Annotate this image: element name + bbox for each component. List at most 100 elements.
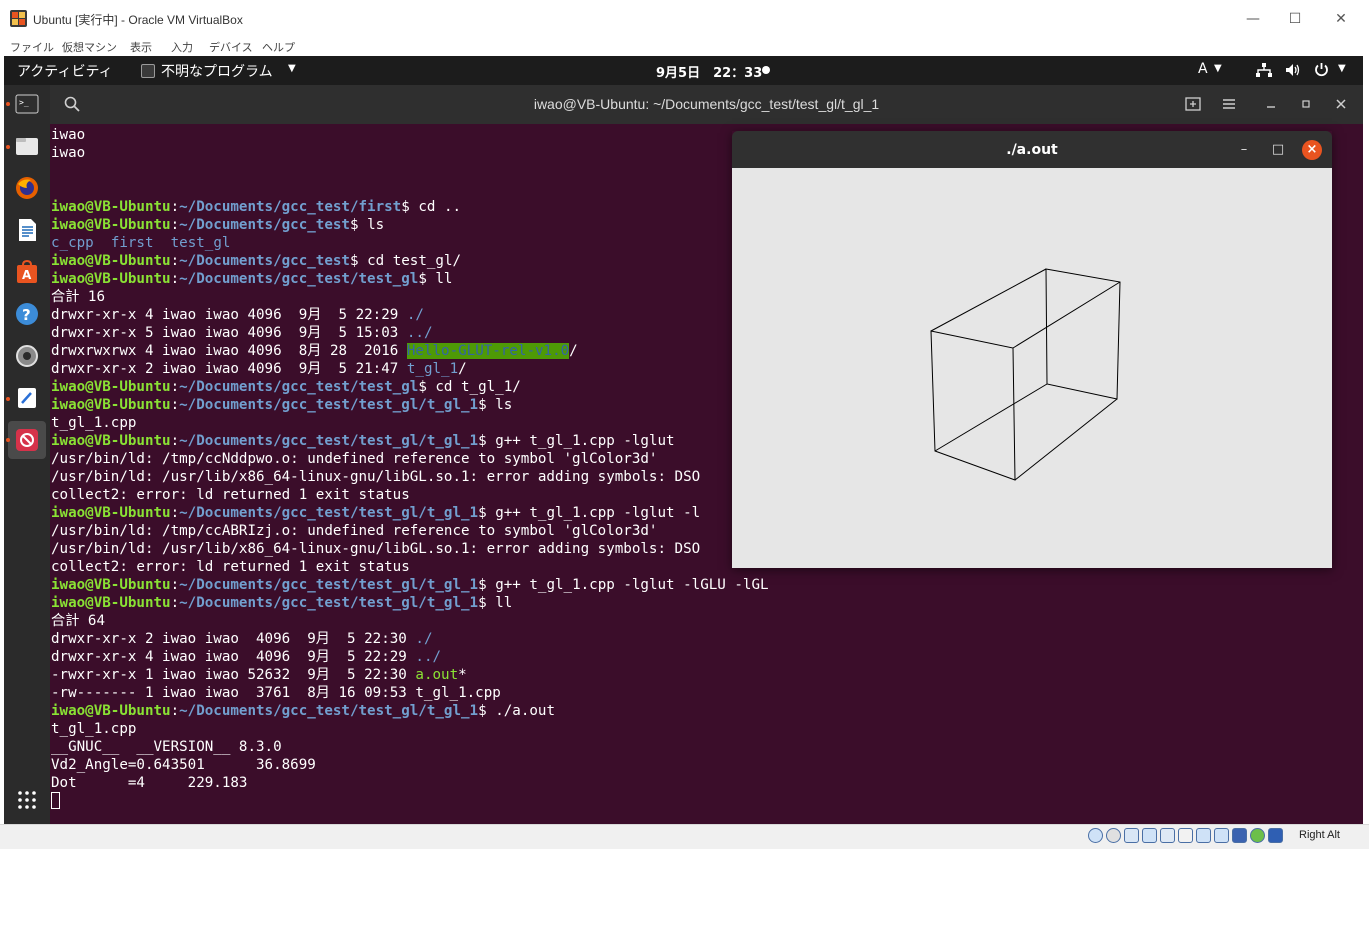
terminal-text: t_gl_1 xyxy=(406,361,459,377)
prompt-path: ~/Documents/gcc_test/test_gl/t_gl_1 xyxy=(179,397,479,413)
terminal-text: : xyxy=(170,379,180,395)
terminal-text: /usr/bin/ld: /tmp/ccNddpwo.o: undefined … xyxy=(51,451,658,467)
menu-devices[interactable]: デバイス xyxy=(209,39,253,55)
running-indicator xyxy=(6,438,10,442)
terminal-line: t_gl_1.cpp xyxy=(51,720,769,738)
input-method-caret-icon: ▼ xyxy=(1214,63,1222,74)
terminal-text: 合計 16 xyxy=(51,289,105,305)
video-capture-icon[interactable] xyxy=(1214,828,1229,843)
glut-minimize-button[interactable]: – xyxy=(1234,140,1254,160)
terminal-line: drwxr-xr-x 4 iwao iwao 4096 9月 5 22:29 .… xyxy=(51,306,769,324)
activities-button[interactable]: アクティビティ xyxy=(17,61,113,81)
terminal-text: /usr/bin/ld: /tmp/ccABRIzj.o: undefined … xyxy=(51,523,658,539)
terminal-text: ./ xyxy=(415,631,433,647)
network-adapter-icon[interactable] xyxy=(1142,828,1157,843)
terminal-close-icon[interactable] xyxy=(1331,94,1351,114)
vbox-minimize-button[interactable]: — xyxy=(1241,8,1265,30)
notification-dot-icon xyxy=(762,66,770,74)
files-icon[interactable] xyxy=(13,132,41,160)
volume-icon[interactable] xyxy=(1285,63,1301,77)
software-icon[interactable]: A xyxy=(13,258,41,286)
terminal-output[interactable]: iwao iwao iwao@VB-Ubuntu:~/Documents/gcc_t… xyxy=(51,126,769,810)
terminal-text: $ cd .. xyxy=(401,199,462,215)
menu-view[interactable]: 表示 xyxy=(130,39,152,55)
terminal-icon[interactable]: >_ xyxy=(13,90,41,118)
text-editor-icon[interactable] xyxy=(13,384,41,412)
terminal-line: 合計 64 xyxy=(51,612,769,630)
hamburger-menu-icon[interactable] xyxy=(1219,94,1239,114)
virtualbox-app-icon[interactable] xyxy=(10,10,27,27)
input-method-indicator[interactable]: A xyxy=(1198,61,1208,77)
menu-input[interactable]: 入力 xyxy=(171,39,193,55)
menu-machine[interactable]: 仮想マシン xyxy=(62,39,117,55)
terminal-text: -rw------- 1 iwao iwao 3761 8月 16 09:53 … xyxy=(51,685,501,701)
glut-titlebar[interactable]: ./a.out – □ × xyxy=(732,131,1332,168)
terminal-text: 合計 64 xyxy=(51,613,105,629)
terminal-text: drwxrwxrwx 4 iwao iwao 4096 8月 28 2016 xyxy=(51,343,407,359)
display-icon[interactable] xyxy=(1196,828,1211,843)
opengl-canvas[interactable] xyxy=(732,168,1332,568)
menu-file[interactable]: ファイル xyxy=(10,39,54,55)
terminal-text: first xyxy=(110,235,154,251)
shared-folders-icon[interactable] xyxy=(1178,828,1193,843)
glut-maximize-button[interactable]: □ xyxy=(1268,140,1288,160)
terminal-text: drwxr-xr-x 4 iwao iwao 4096 9月 5 22:29 xyxy=(51,307,407,323)
optical-drive-icon[interactable] xyxy=(1106,828,1121,843)
usb-icon[interactable] xyxy=(1160,828,1175,843)
audio-icon[interactable] xyxy=(1124,828,1139,843)
terminal-line: collect2: error: ld returned 1 exit stat… xyxy=(51,486,769,504)
vbox-close-button[interactable]: ✕ xyxy=(1329,8,1353,30)
terminal-cursor xyxy=(51,792,60,809)
prompt-path: ~/Documents/gcc_test/test_gl/t_gl_1 xyxy=(179,595,479,611)
settings-icon[interactable] xyxy=(13,342,41,370)
terminal-line: -rwxr-xr-x 1 iwao iwao 52632 9月 5 22:30 … xyxy=(51,666,769,684)
prompt-user: iwao@VB-Ubuntu xyxy=(51,577,171,593)
firefox-icon[interactable] xyxy=(13,174,41,202)
terminal-text: : xyxy=(170,505,180,521)
terminal-line: /usr/bin/ld: /tmp/ccNddpwo.o: undefined … xyxy=(51,450,769,468)
svg-text:?: ? xyxy=(22,306,31,324)
terminal-line: iwao@VB-Ubuntu:~/Documents/gcc_test/test… xyxy=(51,270,769,288)
terminal-line: iwao@VB-Ubuntu:~/Documents/gcc_test$ ls xyxy=(51,216,769,234)
menu-help[interactable]: ヘルプ xyxy=(262,39,295,55)
network-icon[interactable] xyxy=(1256,63,1272,77)
terminal-maximize-icon[interactable] xyxy=(1296,94,1316,114)
app-menu-button[interactable]: 不明なプログラム xyxy=(161,61,273,81)
mouse-integration-icon[interactable] xyxy=(1268,828,1283,843)
terminal-text: / xyxy=(458,361,467,377)
hard-disk-icon[interactable] xyxy=(1088,828,1103,843)
clock[interactable]: 9月5日 22：33 xyxy=(656,62,762,81)
help-icon[interactable]: ? xyxy=(13,300,41,328)
cuboid-edge-bottom-right xyxy=(1014,398,1118,481)
guest-additions-icon[interactable] xyxy=(1250,828,1265,843)
running-indicator xyxy=(6,102,10,106)
prompt-user: iwao@VB-Ubuntu xyxy=(51,199,171,215)
cuboid-front-face xyxy=(930,330,1016,481)
terminal-text: /usr/bin/ld: /usr/lib/x86_64-linux-gnu/l… xyxy=(51,469,701,485)
virtualization-icon[interactable] xyxy=(1232,828,1247,843)
new-tab-icon[interactable] xyxy=(1183,94,1203,114)
terminal-minimize-icon[interactable] xyxy=(1261,94,1281,114)
glut-close-button[interactable]: × xyxy=(1302,140,1322,160)
terminal-text: : xyxy=(170,253,180,269)
terminal-line: __GNUC__ __VERSION__ 8.3.0 xyxy=(51,738,769,756)
terminal-line: Dot =4 229.183 xyxy=(51,774,769,792)
terminal-text: ../ xyxy=(406,325,433,341)
terminal-text: -rwxr-xr-x 1 iwao iwao 52632 9月 5 22:30 xyxy=(51,667,416,683)
prompt-path: ~/Documents/gcc_test xyxy=(179,253,350,269)
prompt-path: ~/Documents/gcc_test/test_gl/t_gl_1 xyxy=(179,703,479,719)
blocked-app-icon[interactable] xyxy=(13,426,41,454)
writer-icon[interactable] xyxy=(13,216,41,244)
prompt-path: ~/Documents/gcc_test/test_gl xyxy=(179,379,419,395)
vbox-maximize-button[interactable]: ☐ xyxy=(1283,8,1307,30)
glut-window[interactable]: ./a.out – □ × xyxy=(732,131,1332,568)
terminal-text: __GNUC__ __VERSION__ 8.3.0 xyxy=(51,739,282,755)
terminal-line: iwao@VB-Ubuntu:~/Documents/gcc_test/test… xyxy=(51,378,769,396)
prompt-user: iwao@VB-Ubuntu xyxy=(51,271,171,287)
power-icon[interactable] xyxy=(1314,62,1329,77)
terminal-text: : xyxy=(170,595,180,611)
show-applications-icon[interactable] xyxy=(17,790,37,810)
terminal-text: : xyxy=(170,577,180,593)
